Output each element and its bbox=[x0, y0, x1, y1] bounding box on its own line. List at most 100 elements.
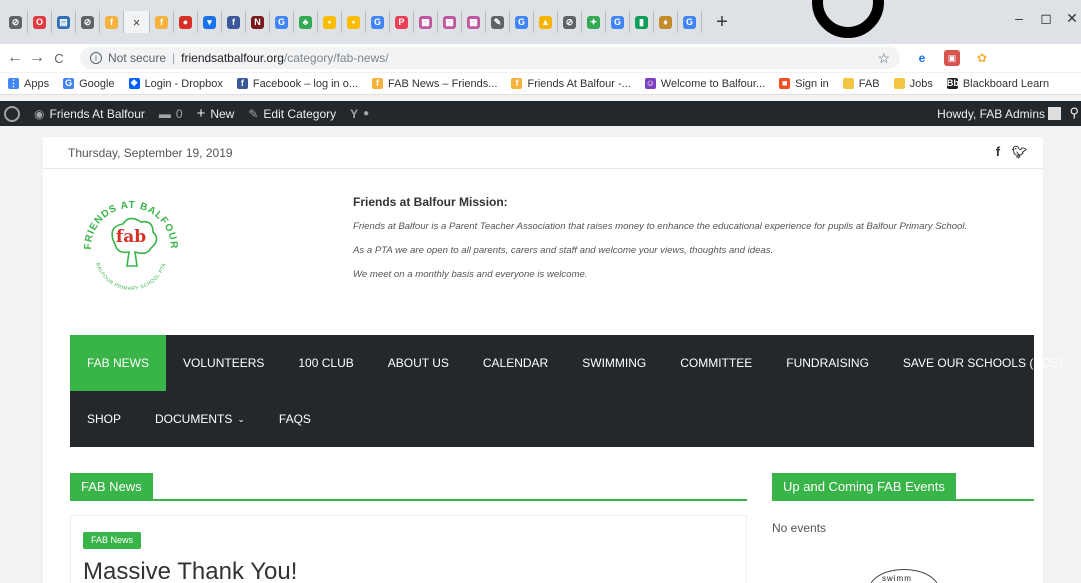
browser-tab[interactable]: ▲ bbox=[534, 11, 558, 33]
edit-category-link[interactable]: ✎ Edit Category bbox=[248, 107, 336, 121]
ie-extension-icon[interactable]: e bbox=[914, 50, 930, 66]
browser-tab[interactable]: f bbox=[150, 11, 174, 33]
post-title[interactable]: Massive Thank You! bbox=[83, 558, 297, 583]
browser-tab[interactable]: O bbox=[28, 11, 52, 33]
bookmark-item[interactable]: FAB bbox=[842, 78, 880, 90]
mission-line: As a PTA we are open to all parents, car… bbox=[353, 245, 774, 256]
facebook-icon[interactable]: f bbox=[996, 144, 1000, 159]
close-tab-icon[interactable]: × bbox=[133, 15, 141, 30]
calendar-icon: ▦ bbox=[419, 15, 432, 29]
browser-tab[interactable]: ⊘ bbox=[4, 11, 28, 33]
nav-item-committee[interactable]: COMMITTEE bbox=[663, 335, 769, 391]
nav-item-save-our-schools-sos[interactable]: SAVE OUR SCHOOLS (SOS) bbox=[886, 335, 1080, 391]
bookmark-item[interactable]: Bb Blackboard Learn bbox=[946, 78, 1049, 90]
nav-item-100-club[interactable]: 100 CLUB bbox=[281, 335, 370, 391]
top-bar: Thursday, September 19, 2019 f 🐦︎ bbox=[43, 137, 1043, 169]
browser-tab[interactable]: G bbox=[606, 11, 630, 33]
new-tab-button[interactable]: + bbox=[712, 11, 732, 34]
back-button[interactable]: ← bbox=[4, 49, 26, 67]
facebook-icon: f bbox=[236, 78, 248, 89]
browser-tab[interactable]: N bbox=[246, 11, 270, 33]
forward-button[interactable]: → bbox=[26, 49, 48, 67]
bookmark-item[interactable]: G Google bbox=[63, 78, 115, 90]
browser-tab[interactable]: G bbox=[510, 11, 534, 33]
browser-tab[interactable]: • bbox=[342, 11, 366, 33]
site-logo[interactable]: FRIENDS AT BALFOUR BALFOUR PRIMARY SCHOO… bbox=[77, 190, 185, 298]
globe-icon: ⊘ bbox=[563, 15, 576, 29]
post-category-badge[interactable]: FAB News bbox=[83, 532, 142, 549]
nav-item-fundraising[interactable]: FUNDRAISING bbox=[769, 335, 886, 391]
bookmark-star-icon[interactable]: ☆ bbox=[877, 50, 890, 67]
info-icon[interactable]: i bbox=[90, 52, 102, 64]
avatar[interactable] bbox=[1048, 107, 1061, 120]
nav-item-documents[interactable]: DOCUMENTS ⌄ bbox=[138, 391, 262, 447]
drive-icon: ▲ bbox=[539, 15, 552, 29]
plus-icon: + bbox=[196, 105, 206, 122]
bookmark-item[interactable]: ☺ Welcome to Balfour... bbox=[644, 78, 765, 90]
bookmark-item[interactable]: Jobs bbox=[893, 78, 933, 90]
browser-tab[interactable]: ♣ bbox=[294, 11, 318, 33]
browser-tab[interactable]: G bbox=[678, 11, 702, 33]
swimming-logo: swimm bbox=[869, 569, 939, 583]
nav-item-label: SAVE OUR SCHOOLS (SOS) bbox=[902, 356, 1063, 370]
browser-tab[interactable]: ♦ bbox=[654, 11, 678, 33]
restore-button[interactable]: ◻ bbox=[1038, 10, 1054, 27]
browser-tab[interactable]: ▤ bbox=[52, 11, 76, 33]
browser-tab[interactable]: G bbox=[366, 11, 390, 33]
minimize-button[interactable]: – bbox=[1011, 10, 1027, 26]
dropbox-icon: ❖ bbox=[128, 78, 140, 89]
browser-tab[interactable]: f bbox=[222, 11, 246, 33]
browser-tab[interactable]: ✎ bbox=[486, 11, 510, 33]
search-icon[interactable]: ⚲ bbox=[1069, 105, 1079, 121]
bookmark-item[interactable]: f Friends At Balfour -... bbox=[511, 78, 631, 90]
comments-link[interactable]: ▬ 0 bbox=[159, 107, 183, 121]
browser-tab[interactable]: ⊘ bbox=[76, 11, 100, 33]
nav-item-calendar[interactable]: CALENDAR bbox=[466, 335, 565, 391]
close-window-button[interactable]: ✕ bbox=[1064, 10, 1080, 27]
bookmark-item[interactable]: ❖ Login - Dropbox bbox=[128, 78, 223, 90]
pdf-extension-icon[interactable]: ▣ bbox=[944, 50, 960, 66]
yoast-icon: Y bbox=[350, 106, 359, 121]
site-name-link[interactable]: ◉ Friends At Balfour bbox=[34, 107, 145, 121]
browser-tab[interactable]: f bbox=[100, 11, 124, 33]
browser-tab[interactable]: ▦ bbox=[414, 11, 438, 33]
google-icon: G bbox=[371, 15, 384, 29]
browser-tab[interactable]: G bbox=[270, 11, 294, 33]
fab-extension-icon[interactable]: ✿ bbox=[974, 50, 990, 66]
bookmark-item[interactable]: ⋮ Apps bbox=[8, 78, 49, 90]
howdy-user[interactable]: Howdy, FAB Admins bbox=[937, 107, 1045, 121]
bookmark-item[interactable]: f Facebook – log in o... bbox=[236, 78, 358, 90]
google-icon: G bbox=[515, 15, 528, 29]
browser-tab[interactable]: ▦ bbox=[462, 11, 486, 33]
nav-item-label: ABOUT US bbox=[387, 356, 449, 370]
new-content-link[interactable]: + New bbox=[197, 105, 235, 122]
nav-item-volunteers[interactable]: VOLUNTEERS bbox=[166, 335, 281, 391]
browser-tab[interactable]: ▾ bbox=[198, 11, 222, 33]
nav-item-faqs[interactable]: FAQS bbox=[262, 391, 328, 447]
school-icon: ☺ bbox=[644, 78, 656, 89]
yoast-seo-link[interactable]: Y ● bbox=[350, 107, 369, 121]
wordpress-icon[interactable] bbox=[4, 105, 20, 122]
main-navigation: FAB NEWS VOLUNTEERS 100 CLUB ABOUT US CALEND… bbox=[70, 335, 1063, 447]
bookmark-item[interactable]: f FAB News – Friends... bbox=[372, 78, 497, 90]
twitter-icon[interactable]: 🐦︎ bbox=[1012, 145, 1027, 159]
bookmark-item[interactable]: ■ Sign in bbox=[779, 78, 829, 90]
active-tab[interactable]: × bbox=[124, 11, 150, 33]
browser-tab[interactable]: ▮ bbox=[630, 11, 654, 33]
nav-item-shop[interactable]: SHOP bbox=[70, 391, 138, 447]
browser-tab[interactable]: ▦ bbox=[438, 11, 462, 33]
nav-item-about-us[interactable]: ABOUT US bbox=[371, 335, 466, 391]
nav-item-swimming[interactable]: SWIMMING bbox=[565, 335, 663, 391]
browser-tab[interactable]: • bbox=[318, 11, 342, 33]
dashboard-icon: ▤ bbox=[57, 15, 70, 29]
folder-icon bbox=[842, 78, 854, 89]
address-bar[interactable]: i Not secure | friendsatbalfour.org /cat… bbox=[80, 47, 900, 69]
browser-tab[interactable]: P bbox=[390, 11, 414, 33]
toolbar: ← → C i Not secure | friendsatbalfour.or… bbox=[0, 44, 1081, 72]
browser-tab[interactable]: ⊘ bbox=[558, 11, 582, 33]
browser-tab[interactable]: ✦ bbox=[582, 11, 606, 33]
reload-button[interactable]: C bbox=[48, 51, 70, 66]
mission-title: Friends at Balfour Mission: bbox=[353, 195, 508, 209]
nav-item-fab-news[interactable]: FAB NEWS bbox=[70, 335, 167, 391]
browser-tab[interactable]: ● bbox=[174, 11, 198, 33]
